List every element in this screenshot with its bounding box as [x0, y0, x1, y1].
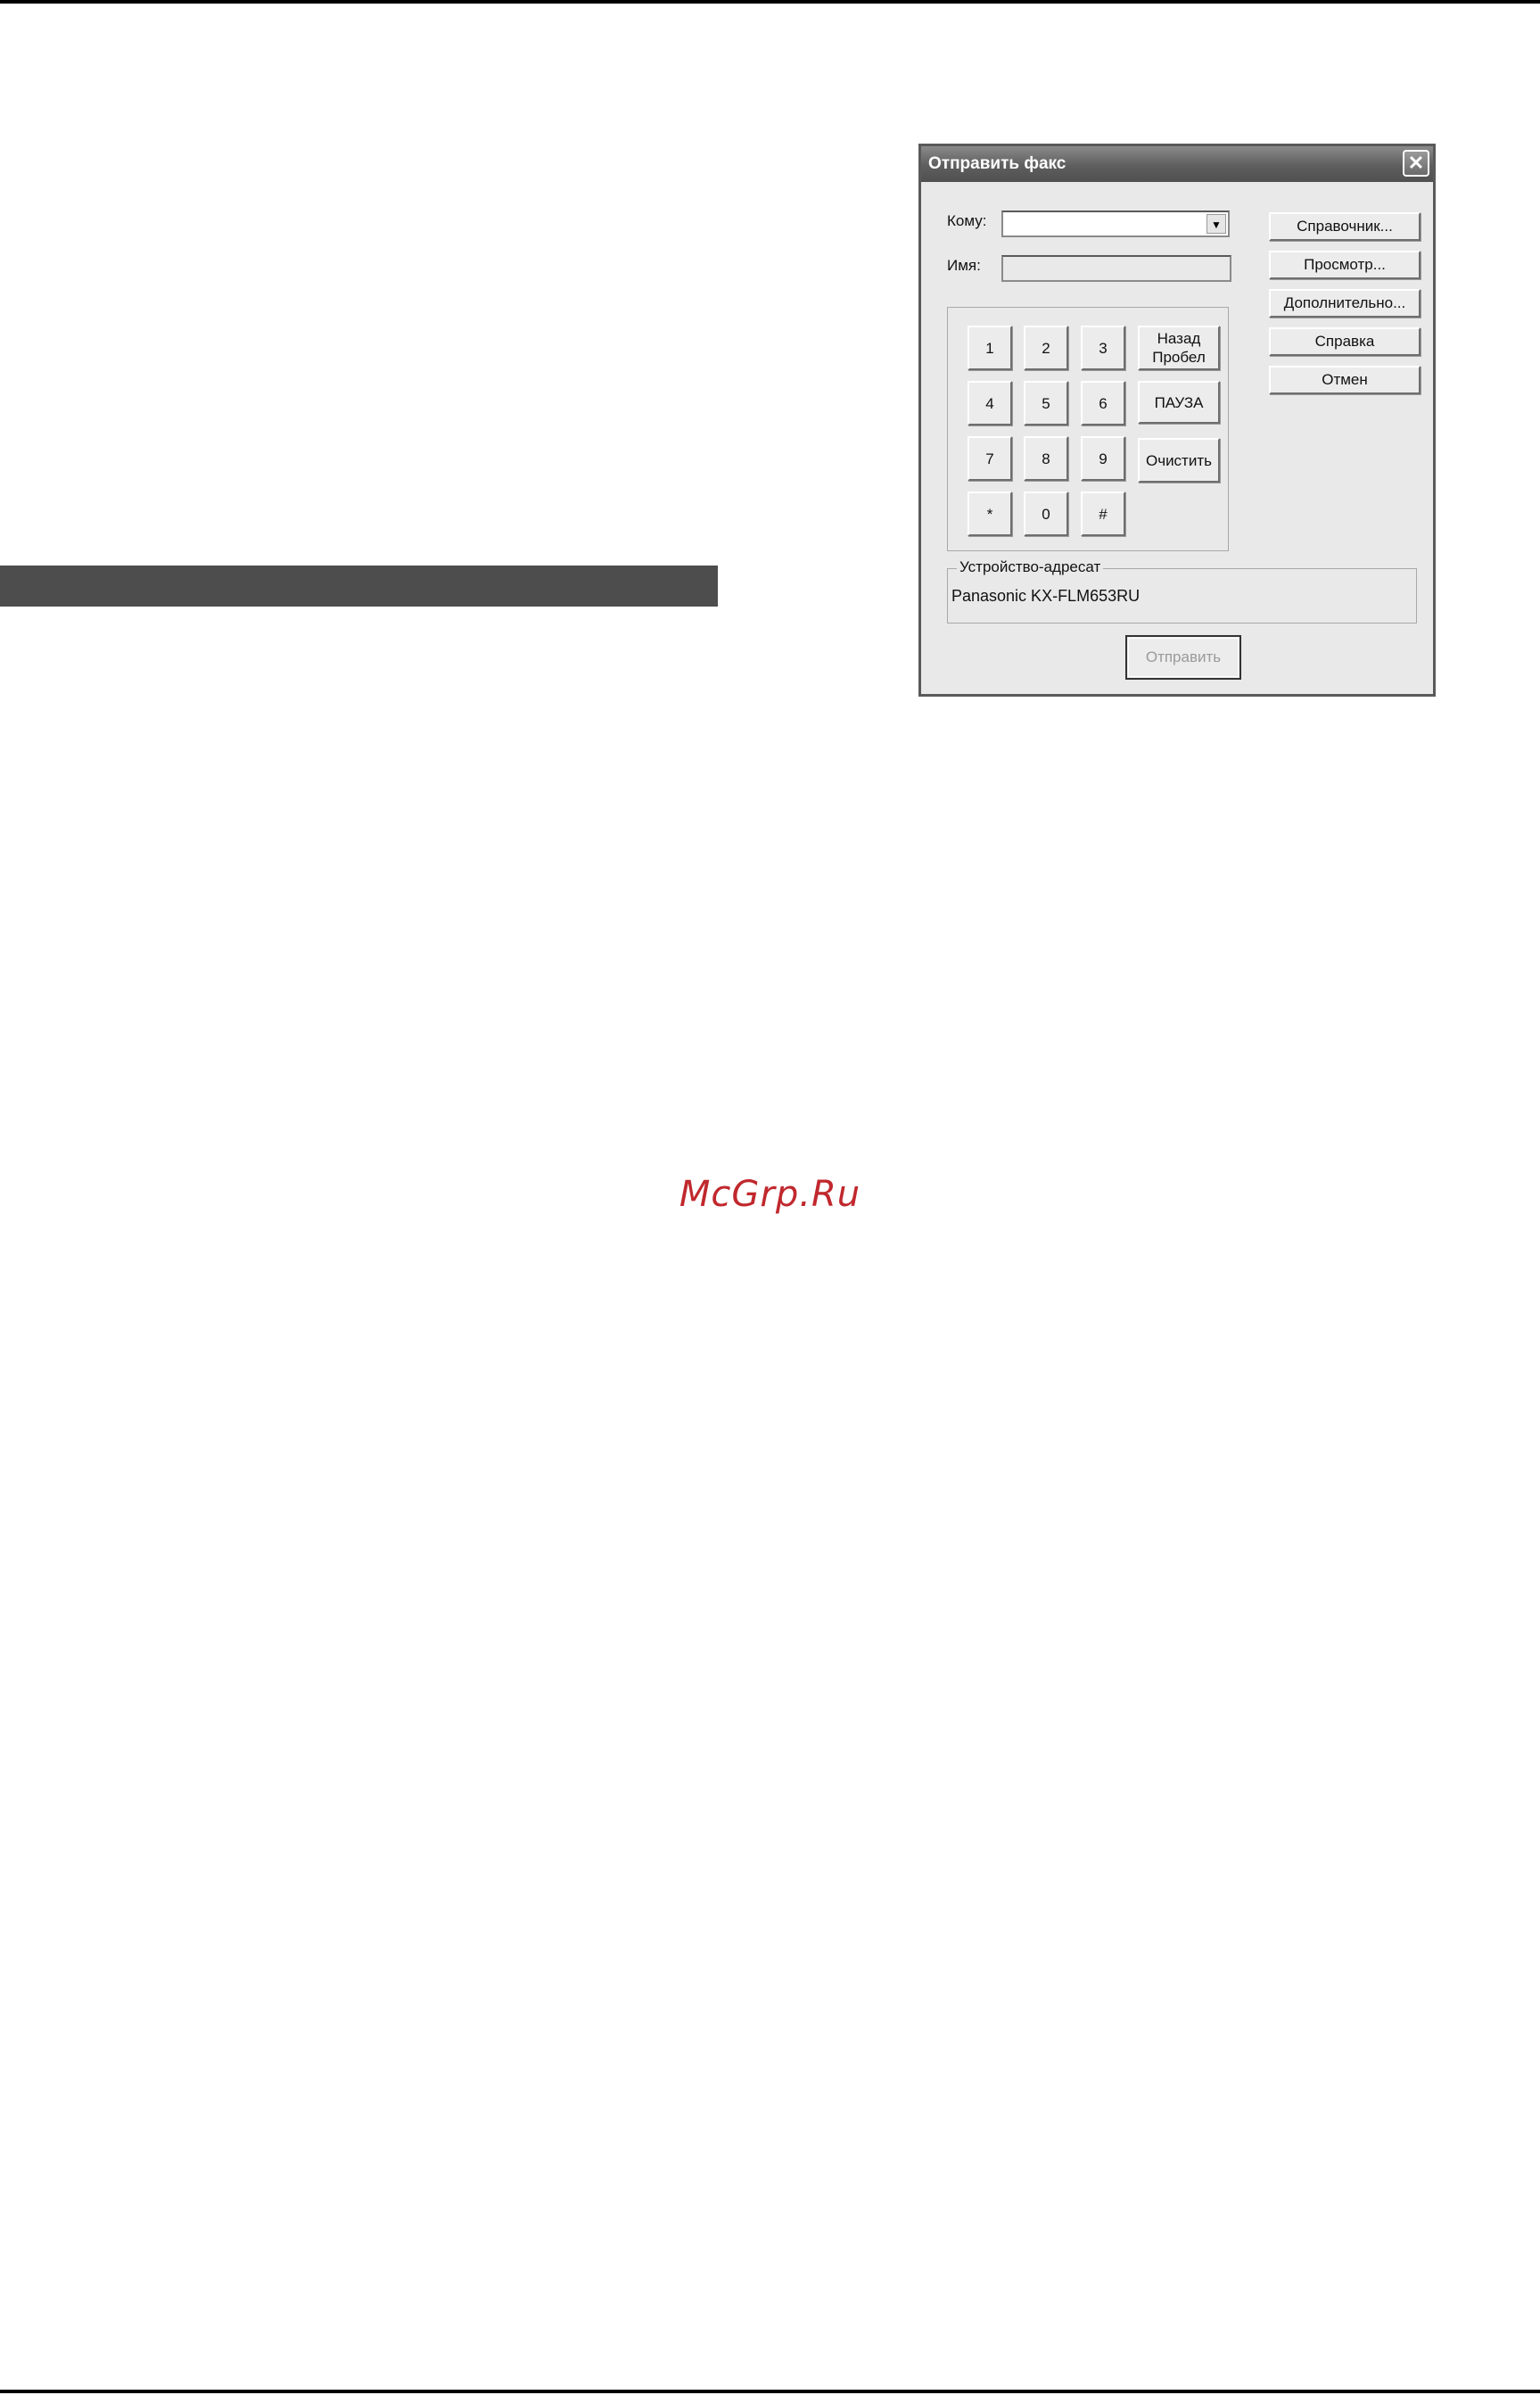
backspace-label-line2: Пробел: [1152, 349, 1206, 366]
top-rule: [0, 0, 1540, 4]
preview-button[interactable]: Просмотр...: [1269, 251, 1421, 279]
pause-button[interactable]: ПАУЗА: [1138, 381, 1220, 424]
bottom-rule: [0, 2390, 1540, 2393]
key-1[interactable]: 1: [968, 326, 1012, 370]
help-button[interactable]: Справка: [1269, 327, 1421, 356]
section-header-bar: [0, 566, 718, 607]
chevron-down-icon[interactable]: ▼: [1206, 214, 1226, 234]
to-label: Кому:: [947, 212, 987, 229]
key-3[interactable]: 3: [1081, 326, 1125, 370]
key-0[interactable]: 0: [1024, 491, 1068, 536]
clear-button[interactable]: Очистить: [1138, 438, 1220, 483]
watermark-text: McGrp.Ru: [679, 1174, 861, 1215]
destination-legend: Устройство-адресат: [957, 558, 1104, 576]
key-hash[interactable]: #: [1081, 491, 1125, 536]
dial-keypad: 1 2 3 Назад Пробел 4 5 6 ПАУЗА 7 8 9 Очи…: [947, 307, 1229, 551]
key-4[interactable]: 4: [968, 381, 1012, 425]
name-label: Имя:: [947, 257, 981, 274]
key-7[interactable]: 7: [968, 436, 1012, 481]
send-fax-dialog: Отправить факс ✕ Кому: ▼ Имя: 1 2 3 Наза…: [918, 144, 1436, 697]
destination-device-name: Panasonic KX-FLM653RU: [951, 587, 1141, 605]
send-button[interactable]: Отправить: [1125, 635, 1241, 680]
close-icon[interactable]: ✕: [1403, 150, 1429, 177]
dialog-title: Отправить факс: [928, 154, 1066, 173]
key-9[interactable]: 9: [1081, 436, 1125, 481]
backspace-label-line1: Назад: [1157, 330, 1201, 347]
dialog-titlebar[interactable]: Отправить факс ✕: [921, 146, 1433, 182]
name-field[interactable]: [1001, 255, 1231, 282]
backspace-button[interactable]: Назад Пробел: [1138, 326, 1220, 370]
key-6[interactable]: 6: [1081, 381, 1125, 425]
advanced-button[interactable]: Дополнительно...: [1269, 289, 1421, 318]
destination-device-group: Устройство-адресат Panasonic KX-FLM653RU: [947, 558, 1417, 624]
key-2[interactable]: 2: [1024, 326, 1068, 370]
to-combobox[interactable]: ▼: [1001, 211, 1230, 237]
phonebook-button[interactable]: Справочник...: [1269, 212, 1421, 241]
key-8[interactable]: 8: [1024, 436, 1068, 481]
key-5[interactable]: 5: [1024, 381, 1068, 425]
cancel-button[interactable]: Отмен: [1269, 366, 1421, 394]
key-star[interactable]: *: [968, 491, 1012, 536]
